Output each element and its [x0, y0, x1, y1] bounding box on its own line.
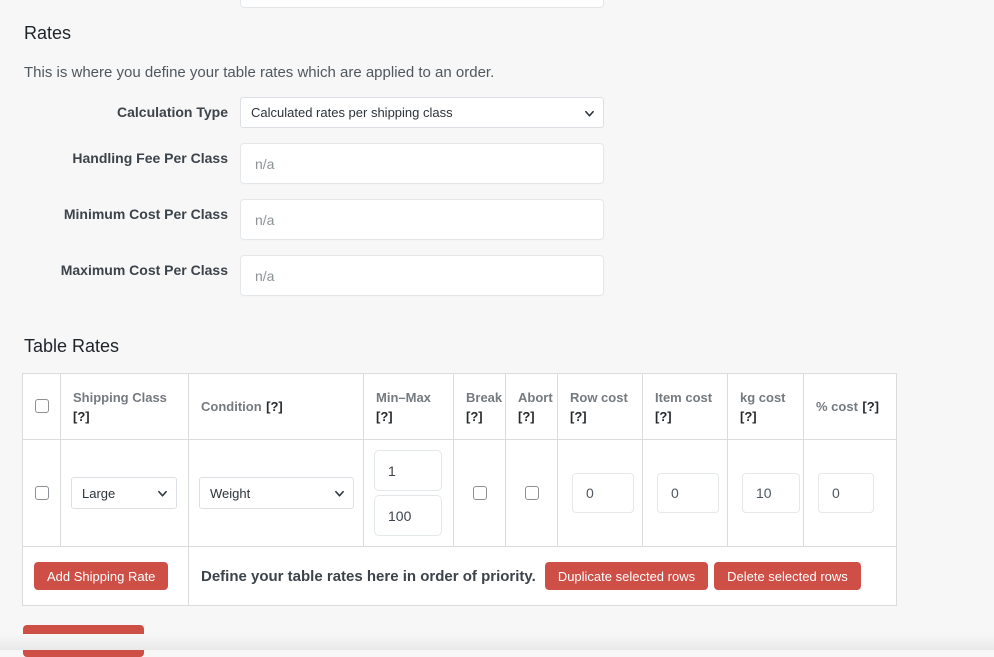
column-header-item-cost: Item cost — [655, 390, 712, 405]
row-cost-input[interactable] — [572, 473, 634, 513]
min-value-input[interactable] — [374, 450, 442, 491]
minimum-cost-row: Minimum Cost Per Class — [0, 199, 994, 240]
shipping-rates-settings-page: Rates This is where you define your tabl… — [0, 0, 994, 650]
kg-cost-input[interactable] — [742, 473, 800, 513]
calculation-type-row: Calculation Type Calculated rates per sh… — [0, 97, 994, 128]
rates-section-description: This is where you define your table rate… — [0, 43, 994, 82]
condition-help-link[interactable]: [?] — [266, 399, 283, 414]
column-header-min-max: Min–Max — [376, 390, 431, 405]
abort-checkbox[interactable] — [525, 486, 539, 500]
column-header-condition: Condition — [201, 399, 262, 414]
column-header-row-cost: Row cost — [570, 390, 628, 405]
handling-fee-row: Handling Fee Per Class — [0, 143, 994, 184]
column-header-break: Break — [466, 390, 502, 405]
rates-form: Calculation Type Calculated rates per sh… — [0, 97, 994, 296]
shipping-class-select[interactable]: Large — [71, 477, 177, 509]
update-settings-button[interactable]: Update Settings — [23, 625, 144, 657]
calculation-type-select[interactable]: Calculated rates per shipping class — [240, 97, 604, 128]
min-max-help-link[interactable]: [?] — [376, 409, 393, 424]
delete-selected-rows-button[interactable]: Delete selected rows — [714, 562, 861, 590]
table-footer-row: Add Shipping Rate Define your table rate… — [23, 547, 897, 606]
bottom-fade — [0, 634, 994, 650]
max-value-input[interactable] — [374, 495, 442, 536]
handling-fee-label: Handling Fee Per Class — [0, 143, 228, 166]
shipping-class-help-link[interactable]: [?] — [73, 409, 90, 424]
kg-cost-help-link[interactable]: [?] — [740, 409, 757, 424]
cutoff-input-field[interactable] — [240, 0, 604, 8]
percent-cost-input[interactable] — [818, 473, 874, 513]
item-cost-input[interactable] — [657, 473, 719, 513]
minimum-cost-input[interactable] — [240, 199, 604, 240]
minimum-cost-label: Minimum Cost Per Class — [0, 199, 228, 222]
percent-cost-help-link[interactable]: [?] — [862, 399, 879, 414]
condition-select[interactable]: Weight — [199, 477, 354, 509]
select-all-checkbox[interactable] — [35, 399, 49, 413]
column-header-abort: Abort — [518, 390, 553, 405]
break-checkbox[interactable] — [473, 486, 487, 500]
calculation-type-label: Calculation Type — [0, 97, 228, 120]
column-header-percent-cost: % cost — [816, 399, 858, 414]
add-shipping-rate-button[interactable]: Add Shipping Rate — [34, 562, 168, 590]
row-select-checkbox[interactable] — [35, 486, 49, 500]
table-footer-note: Define your table rates here in order of… — [201, 568, 536, 585]
item-cost-help-link[interactable]: [?] — [655, 409, 672, 424]
table-rate-row: Large Weight — [23, 440, 897, 547]
row-cost-help-link[interactable]: [?] — [570, 409, 587, 424]
abort-help-link[interactable]: [?] — [518, 409, 535, 424]
table-header-row: Shipping Class [?] Condition [?] Min–Max… — [23, 374, 897, 440]
column-header-kg-cost: kg cost — [740, 390, 786, 405]
handling-fee-input[interactable] — [240, 143, 604, 184]
maximum-cost-input[interactable] — [240, 255, 604, 296]
table-rates: Shipping Class [?] Condition [?] Min–Max… — [22, 373, 897, 606]
maximum-cost-label: Maximum Cost Per Class — [0, 255, 228, 278]
break-help-link[interactable]: [?] — [466, 409, 483, 424]
maximum-cost-row: Maximum Cost Per Class — [0, 255, 994, 296]
duplicate-selected-rows-button[interactable]: Duplicate selected rows — [545, 562, 708, 590]
column-header-shipping-class: Shipping Class — [73, 390, 167, 405]
table-rates-title: Table Rates — [0, 313, 994, 356]
